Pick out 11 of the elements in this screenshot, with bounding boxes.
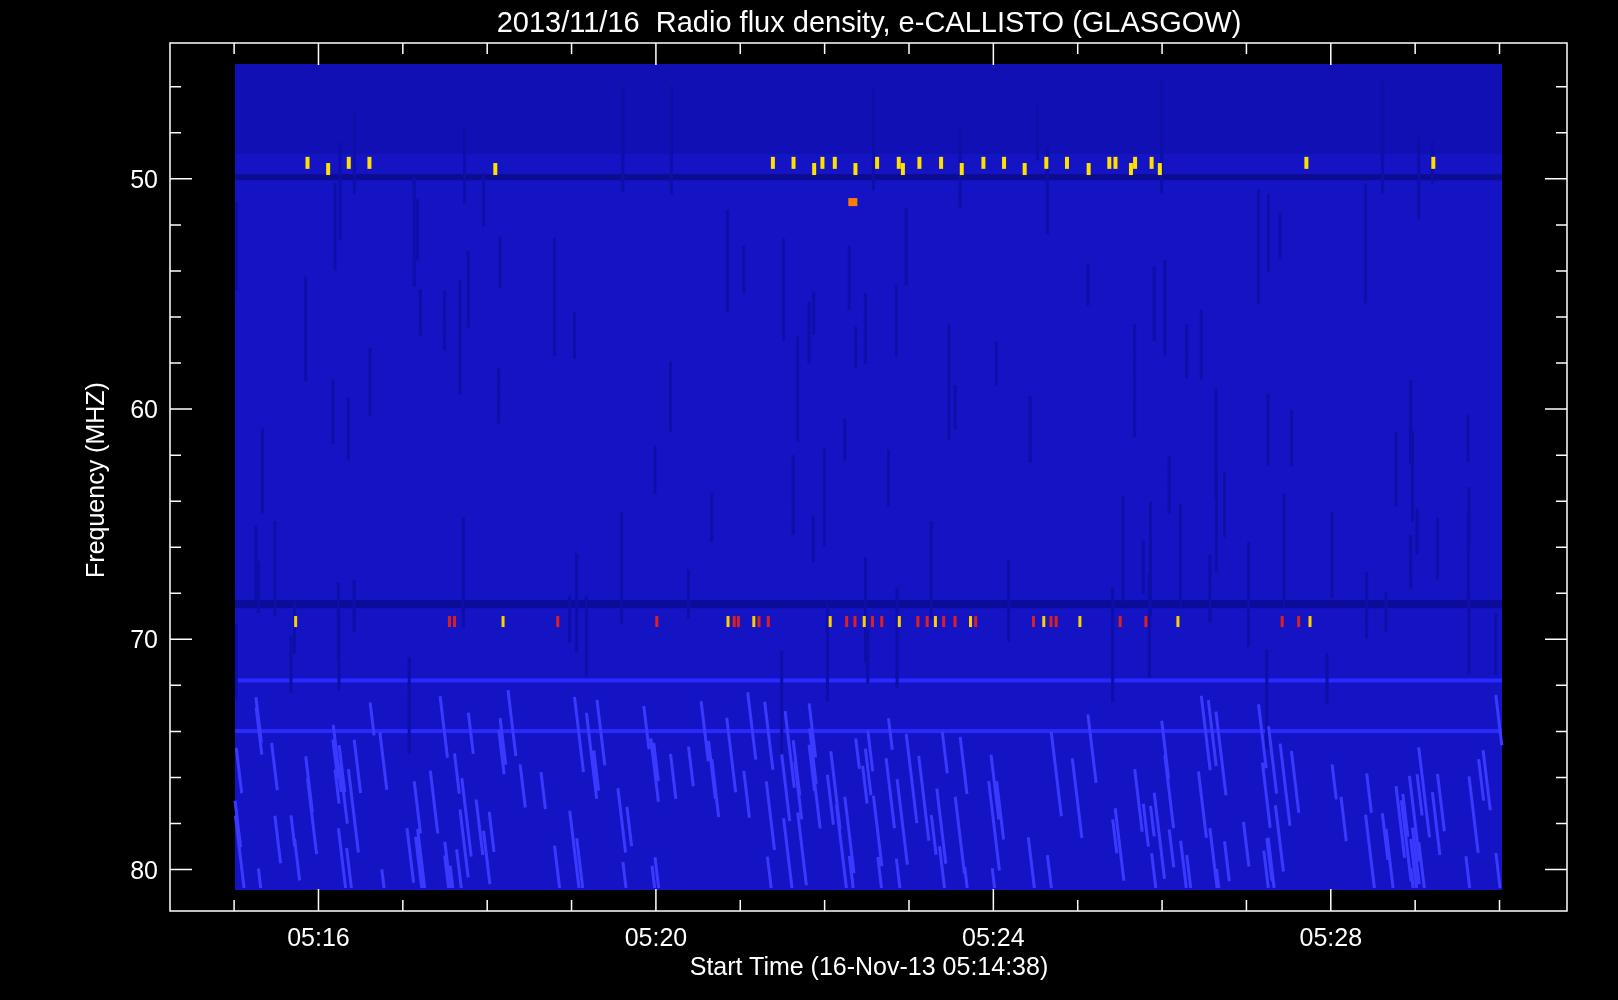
x-tick-label: 05:20: [624, 923, 688, 951]
y-tick-label: 50: [130, 164, 158, 193]
x-tick-label: 05:16: [287, 923, 350, 951]
y-tick-label: 80: [130, 855, 158, 884]
x-axis-label: Start Time (16-Nov-13 05:14:38): [689, 952, 1049, 980]
y-axis-label: Frequency (MHZ): [81, 382, 109, 578]
y-tick-label: 60: [130, 395, 158, 424]
x-tick-label: 05:28: [1299, 923, 1363, 951]
chart-title: 2013/11/16 Radio flux density, e-CALLISTO (GLASGOW): [496, 6, 1242, 38]
x-tick-label: 05:24: [962, 923, 1025, 951]
y-tick-label: 70: [130, 625, 158, 654]
